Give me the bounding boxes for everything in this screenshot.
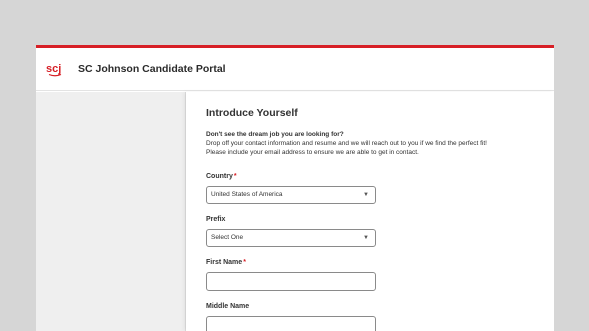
- portal-window: scj SC Johnson Candidate Portal Introduc…: [36, 45, 554, 331]
- form-panel: Introduce Yourself Don't see the dream j…: [186, 92, 554, 331]
- form-title: Introduce Yourself: [206, 107, 298, 119]
- page-content: Introduce Yourself Don't see the dream j…: [36, 92, 554, 331]
- logo-text: scj: [46, 63, 61, 75]
- middle-name-label: Middle Name: [206, 302, 250, 310]
- chevron-down-icon: ▼: [363, 191, 369, 198]
- intro-line-2: Please include your email address to ens…: [206, 149, 419, 157]
- country-field: Country* United States of America ▼: [206, 173, 534, 204]
- required-marker: *: [233, 172, 237, 180]
- middle-name-input[interactable]: [206, 315, 376, 331]
- prefix-select[interactable]: Select One ▼: [206, 228, 376, 247]
- country-select[interactable]: United States of America ▼: [206, 185, 376, 204]
- app-title: SC Johnson Candidate Portal: [78, 63, 226, 75]
- prefix-value: Select One: [211, 234, 244, 242]
- app-header: scj SC Johnson Candidate Portal: [36, 48, 554, 91]
- first-name-field: First Name*: [206, 259, 534, 291]
- intro-heading: Don't see the dream job you are looking …: [206, 131, 344, 138]
- country-label: Country*: [206, 172, 237, 180]
- country-value: United States of America: [211, 191, 283, 199]
- first-name-label: First Name*: [206, 258, 246, 266]
- intro-text: Don't see the dream job you are looking …: [206, 130, 534, 158]
- first-name-input[interactable]: [206, 271, 376, 291]
- required-marker: *: [243, 258, 246, 266]
- middle-name-field: Middle Name: [206, 303, 534, 331]
- chevron-down-icon: ▼: [363, 234, 369, 241]
- prefix-field: Prefix Select One ▼: [206, 216, 534, 247]
- scj-logo-icon[interactable]: scj: [46, 60, 64, 78]
- prefix-label: Prefix: [206, 215, 226, 223]
- intro-line-1: Drop off your contact information and re…: [206, 140, 487, 148]
- sidebar: [36, 92, 186, 331]
